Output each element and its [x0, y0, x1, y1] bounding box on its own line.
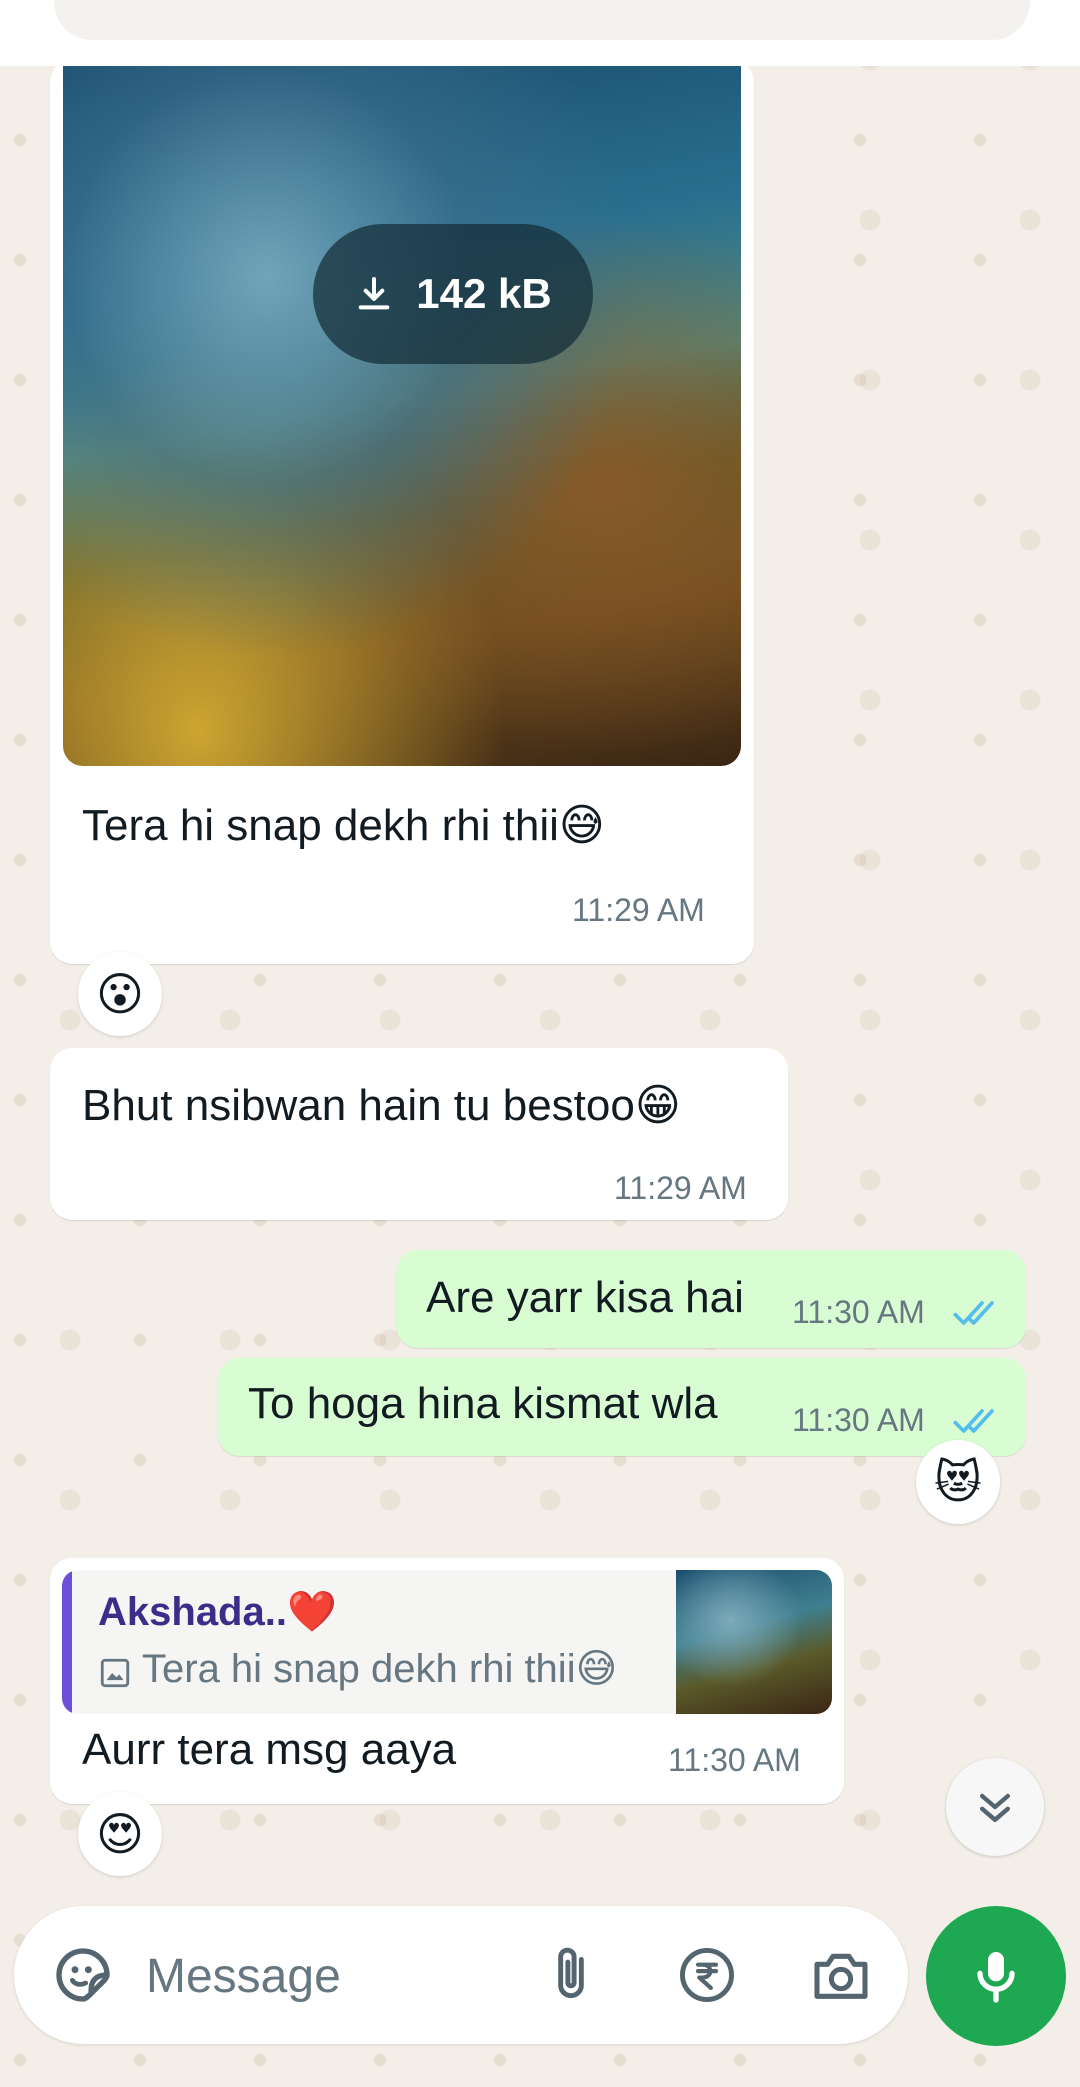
quote-author: Akshada..❤️ — [98, 1590, 337, 1634]
image-message-bubble[interactable]: 142 kB Tera hi snap dekh rhi thii😅 11:29… — [50, 60, 754, 964]
microphone-icon — [977, 1952, 1015, 2003]
message-text: Bhut nsibwan hain tu bestoo😁 — [82, 1081, 681, 1130]
message-time: 11:30 AM — [792, 1402, 925, 1438]
message-text: Aurr tera msg aaya — [82, 1725, 457, 1774]
message-text: To hoga hina kismat wla — [248, 1379, 718, 1428]
scroll-to-bottom-button[interactable] — [946, 1758, 1044, 1856]
message-time: 11:29 AM — [614, 1170, 747, 1206]
sticker-icon — [56, 1948, 110, 2002]
reply-message-bubble[interactable]: Akshada..❤️ Tera hi snap dekh rhi thii😅 … — [50, 1558, 844, 1804]
voice-message-button[interactable] — [926, 1906, 1066, 2046]
outgoing-message-bubble[interactable]: To hoga hina kismat wla 11:30 AM — [218, 1358, 1026, 1456]
quote-accent-bar — [62, 1570, 72, 1714]
payment-button[interactable] — [672, 1940, 742, 2010]
rupee-icon — [680, 1948, 734, 2002]
blurred-image-preview[interactable]: 142 kB — [63, 66, 741, 766]
read-receipt-icon — [953, 1301, 994, 1325]
message-time: 11:30 AM — [668, 1742, 801, 1778]
download-size: 142 kB — [416, 270, 552, 317]
message-time: 11:30 AM — [792, 1294, 925, 1330]
sticker-button[interactable] — [46, 1938, 120, 2012]
outgoing-message-bubble[interactable]: Are yarr kisa hai 11:30 AM — [396, 1250, 1026, 1348]
quoted-message[interactable]: Akshada..❤️ Tera hi snap dekh rhi thii😅 — [62, 1570, 832, 1714]
reaction-emoji[interactable]: 😮 — [78, 952, 162, 1036]
double-chevron-down-icon — [979, 1793, 1011, 1823]
quote-text: Tera hi snap dekh rhi thii😅 — [142, 1647, 618, 1691]
camera-button[interactable] — [806, 1940, 876, 2010]
download-icon — [358, 277, 390, 310]
top-bar — [0, 0, 1080, 66]
paperclip-icon — [558, 1947, 584, 1999]
reaction-emoji[interactable]: 😻 — [916, 1440, 1000, 1524]
top-search-field[interactable] — [54, 0, 1030, 40]
reaction-emoji[interactable]: 😍 — [78, 1792, 162, 1876]
message-input[interactable] — [144, 1936, 518, 2016]
camera-icon — [814, 1953, 868, 1999]
image-icon — [100, 1658, 130, 1688]
message-text: Are yarr kisa hai — [426, 1273, 744, 1322]
message-composer — [14, 1906, 908, 2044]
message-time: 11:29 AM — [572, 892, 705, 928]
download-button[interactable]: 142 kB — [313, 224, 593, 364]
image-caption: Tera hi snap dekh rhi thii😅 — [82, 801, 605, 850]
incoming-message-bubble[interactable]: Bhut nsibwan hain tu bestoo😁 11:29 AM — [50, 1048, 788, 1220]
quote-thumbnail — [676, 1570, 832, 1714]
read-receipt-icon — [953, 1409, 994, 1433]
attach-button[interactable] — [536, 1940, 606, 2010]
